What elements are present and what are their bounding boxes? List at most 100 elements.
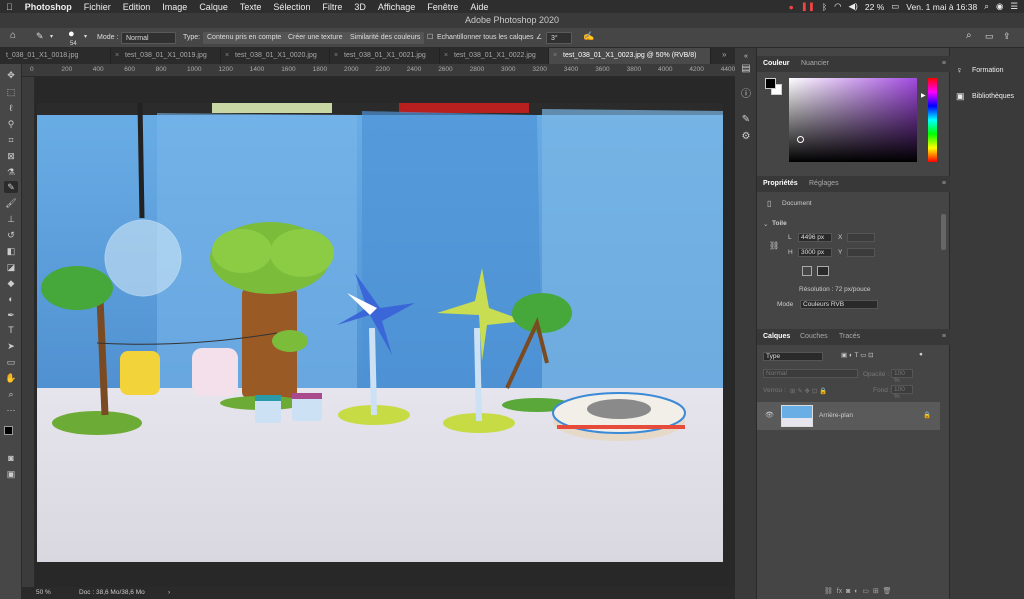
fill-field[interactable]: 100 % bbox=[891, 385, 913, 400]
history-brush-tool-icon[interactable]: ↺ bbox=[4, 229, 18, 241]
libraries-button[interactable]: Bibliothèques bbox=[972, 93, 1014, 100]
filter-toggle-icon[interactable]: ● bbox=[919, 351, 923, 358]
menu-fichier[interactable]: Fichier bbox=[78, 2, 117, 12]
brush-settings-icon[interactable]: ✎ bbox=[739, 113, 753, 127]
menu-filtre[interactable]: Filtre bbox=[316, 2, 348, 12]
panel-menu-icon[interactable]: ≡ bbox=[942, 329, 946, 345]
layers-footer-icons[interactable]: ⛓ fx ◙ ◐ ▭ ⊞ 🗑 bbox=[824, 587, 892, 595]
dodge-tool-icon[interactable]: ◐ bbox=[4, 293, 18, 305]
close-icon[interactable]: × bbox=[444, 48, 448, 64]
info-icon[interactable]: ⓘ bbox=[739, 88, 753, 102]
eye-icon[interactable]: 👁 bbox=[765, 411, 774, 419]
quick-mask-icon[interactable]: ◙ bbox=[4, 452, 18, 464]
apple-icon[interactable]:  bbox=[0, 2, 19, 12]
close-icon[interactable]: × bbox=[334, 48, 338, 64]
mode-select[interactable]: Normal bbox=[121, 32, 176, 44]
layer-name[interactable]: Arrière-plan bbox=[819, 412, 853, 419]
close-icon[interactable]: × bbox=[553, 48, 557, 64]
creative-cloud-icon[interactable]: ● bbox=[789, 2, 794, 12]
layer-kind-filter[interactable]: Type bbox=[763, 352, 823, 361]
close-icon[interactable]: × bbox=[225, 48, 229, 64]
tab-doc-0021[interactable]: × test_038_01_X1_0021.jpg bbox=[330, 48, 440, 64]
opacity-field[interactable]: 100 % bbox=[891, 369, 913, 384]
width-field[interactable]: 4496 px bbox=[798, 233, 832, 242]
history-icon[interactable]: ▤ bbox=[739, 62, 753, 76]
close-icon[interactable]: × bbox=[115, 48, 119, 64]
link-icon[interactable]: ⛓ bbox=[769, 241, 779, 250]
eraser-tool-icon[interactable]: ◧ bbox=[4, 245, 18, 257]
tab-couches[interactable]: Couches bbox=[794, 329, 834, 345]
color-mode-select[interactable]: Couleurs RVB bbox=[800, 300, 878, 309]
type-proximity-match-button[interactable]: Similarité des couleurs bbox=[346, 32, 425, 44]
chevron-down-icon[interactable]: ⌄ bbox=[763, 220, 768, 228]
menu-image[interactable]: Image bbox=[156, 2, 193, 12]
blend-mode-select[interactable]: Normal bbox=[763, 369, 858, 378]
move-tool-icon[interactable]: ✥ bbox=[4, 69, 18, 81]
tab-doc-0019[interactable]: × test_038_01_X1_0019.jpg bbox=[111, 48, 221, 64]
home-icon[interactable]: ⌂ bbox=[10, 30, 16, 42]
bluetooth-icon[interactable]: ᛒ bbox=[822, 2, 827, 12]
tab-proprietes[interactable]: Propriétés bbox=[757, 176, 804, 192]
search-icon[interactable]: ⌕ bbox=[966, 30, 972, 42]
foreground-color-swatch[interactable] bbox=[4, 426, 13, 435]
formation-button[interactable]: Formation bbox=[972, 67, 1004, 74]
menu-edition[interactable]: Edition bbox=[117, 2, 157, 12]
tab-couleur[interactable]: Couleur bbox=[757, 56, 795, 72]
lock-icons[interactable]: ⊞ ✎ ✥ ⊡ 🔒 bbox=[790, 387, 827, 395]
quick-selection-tool-icon[interactable]: ⚲ bbox=[4, 118, 18, 130]
datetime[interactable]: Ven. 1 mai à 16:38 bbox=[906, 2, 977, 12]
brush-tool-icon[interactable]: 🖌 bbox=[4, 197, 18, 209]
zoom-tool-icon[interactable]: ⌕ bbox=[4, 388, 18, 400]
height-field[interactable]: 3000 px bbox=[798, 248, 832, 257]
screen-mode-icon[interactable]: ▣ bbox=[4, 468, 18, 480]
tab-calques[interactable]: Calques bbox=[757, 329, 796, 345]
search-icon[interactable]: ⌕ bbox=[984, 1, 989, 12]
pressure-icon[interactable]: ✍ bbox=[583, 30, 594, 42]
adjustments-icon[interactable]: ⚙ bbox=[739, 130, 753, 144]
blur-tool-icon[interactable]: ◆ bbox=[4, 277, 18, 289]
crop-tool-icon[interactable]: ⌗ bbox=[4, 134, 18, 146]
menu-texte[interactable]: Texte bbox=[234, 2, 268, 12]
menu-app-name[interactable]: Photoshop bbox=[19, 2, 78, 12]
tab-doc-0022[interactable]: × test_038_01_X1_0022.jpg bbox=[440, 48, 549, 64]
tab-doc-0020[interactable]: × test_038_01_X1_0020.jpg bbox=[221, 48, 330, 64]
panel-menu-icon[interactable]: ≡ bbox=[942, 176, 946, 192]
panel-menu-icon[interactable]: ≡ bbox=[942, 56, 946, 72]
healing-brush-tool-icon[interactable]: ✎ bbox=[36, 30, 44, 42]
x-field[interactable] bbox=[847, 233, 875, 242]
status-menu-icon[interactable]: › bbox=[168, 589, 170, 596]
tab-traces[interactable]: Tracés bbox=[833, 329, 866, 345]
sample-all-checkbox[interactable]: ☐ bbox=[427, 32, 433, 44]
paint-bucket-tool-icon[interactable]: ◪ bbox=[4, 261, 18, 273]
menu-affichage[interactable]: Affichage bbox=[372, 2, 421, 12]
menu-selection[interactable]: Sélection bbox=[267, 2, 316, 12]
foreground-color-swatch[interactable] bbox=[765, 78, 776, 89]
portrait-orientation-icon[interactable] bbox=[802, 266, 812, 276]
tab-doc-0023[interactable]: × test_038_01_X1_0023.jpg @ 50% (RVB/8) bbox=[549, 48, 711, 64]
zoom-level[interactable]: 50 % bbox=[36, 589, 51, 596]
frame-tool-icon[interactable]: ⊠ bbox=[4, 150, 18, 162]
share-icon[interactable]: ⇪ bbox=[1003, 30, 1011, 42]
layer-filter-icons[interactable]: ▣ ◐ T ▭ ⊡ bbox=[841, 351, 874, 359]
control-center-icon[interactable]: ☰ bbox=[1010, 1, 1018, 12]
type-create-texture-button[interactable]: Créer une texture bbox=[284, 32, 347, 44]
battery-label[interactable]: 22 % bbox=[865, 2, 884, 12]
type-content-aware-button[interactable]: Contenu pris en compte bbox=[203, 32, 286, 44]
tab-nuancier[interactable]: Nuancier bbox=[795, 56, 835, 72]
marquee-tool-icon[interactable]: ⬚ bbox=[4, 86, 18, 98]
landscape-orientation-icon[interactable] bbox=[817, 266, 829, 276]
healing-brush-tool-icon[interactable]: ✎ bbox=[4, 181, 18, 193]
rectangle-tool-icon[interactable]: ▭ bbox=[4, 356, 18, 368]
dropdown-icon[interactable]: ▾ bbox=[50, 31, 53, 43]
wifi-icon[interactable]: ◠ bbox=[834, 1, 841, 12]
hue-marker-icon[interactable]: ▶ bbox=[921, 92, 926, 99]
color-field[interactable] bbox=[789, 78, 917, 162]
menu-aide[interactable]: Aide bbox=[464, 2, 494, 12]
volume-icon[interactable]: ◀) bbox=[849, 1, 858, 12]
tab-doc-0018[interactable]: t_038_01_X1_0018.jpg bbox=[0, 48, 111, 64]
menu-fenetre[interactable]: Fenêtre bbox=[421, 2, 464, 12]
doc-size[interactable]: Doc : 38,6 Mo/38,6 Mo bbox=[79, 589, 145, 596]
document-canvas[interactable] bbox=[37, 103, 723, 562]
pen-tool-icon[interactable]: ✒ bbox=[4, 309, 18, 321]
tab-reglages[interactable]: Réglages bbox=[803, 176, 845, 192]
